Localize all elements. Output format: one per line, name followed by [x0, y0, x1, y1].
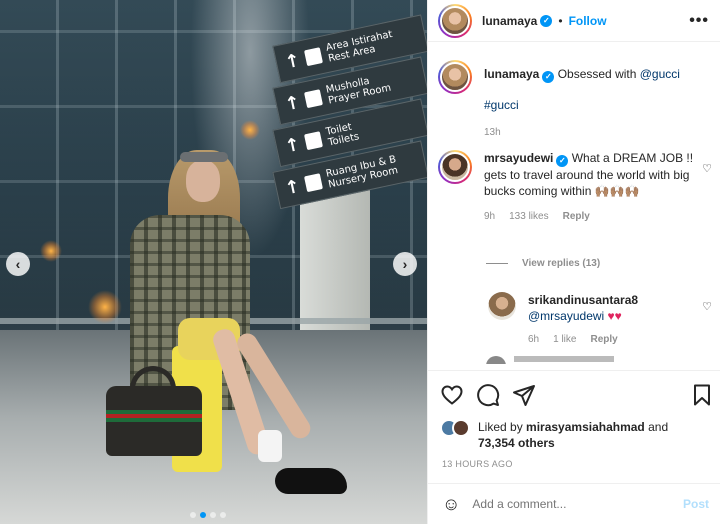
- caption-mention[interactable]: @gucci: [640, 67, 680, 81]
- post-header: lunamaya ✓ • Follow •••: [428, 0, 720, 42]
- carousel-next-button[interactable]: ›: [393, 252, 417, 276]
- caption-age: 13h: [484, 127, 501, 138]
- reply-mention[interactable]: @mrsayudewi: [528, 309, 604, 323]
- more-options-icon[interactable]: •••: [689, 12, 709, 30]
- reply-button[interactable]: Reply: [563, 209, 590, 225]
- avatar[interactable]: [438, 3, 472, 38]
- emoji-icon[interactable]: ☺: [442, 494, 460, 515]
- verified-badge-icon: ✓: [542, 71, 555, 83]
- liked-by-user[interactable]: mirasyamsiahahmad: [526, 420, 645, 434]
- post-photo[interactable]: ↑ Area Istirahat Rest Area ↑ Musholla Pray…: [0, 0, 427, 524]
- avatar[interactable]: [438, 60, 472, 94]
- comment-icon[interactable]: [476, 383, 500, 407]
- reply-button[interactable]: Reply: [590, 332, 617, 348]
- carousel-dot: [190, 512, 196, 518]
- divider-line: [486, 263, 508, 264]
- reply-likes[interactable]: 1 like: [553, 332, 576, 348]
- comment: mrsayudewi ✓ What a DREAM JOB !! gets to …: [438, 150, 708, 225]
- heart-icon[interactable]: ♡: [702, 162, 712, 175]
- orange-light: [40, 240, 62, 262]
- bag-stripe: [106, 410, 202, 422]
- orange-light: [240, 120, 260, 140]
- carousel-dot: [220, 512, 226, 518]
- avatar[interactable]: [488, 292, 516, 320]
- chevron-right-icon: ›: [402, 256, 408, 272]
- reply-comment: srikandinusantara8 @mrsayudewi ♥♥ 6h 1 l…: [488, 292, 688, 348]
- verified-badge-icon: ✓: [556, 155, 569, 167]
- verified-badge-icon: ✓: [540, 14, 553, 27]
- reply-username[interactable]: srikandinusantara8: [528, 293, 638, 307]
- post-actions: Liked by mirasyamsiahahmad and 73,354 ot…: [428, 370, 720, 518]
- post-timestamp: 13 HOURS AGO: [442, 459, 513, 469]
- avatar[interactable]: [438, 150, 472, 184]
- likes-summary: Liked by mirasyamsiahahmad and 73,354 ot…: [440, 419, 668, 451]
- caption-text: Obsessed with: [557, 67, 640, 81]
- comment-username[interactable]: mrsayudewi: [484, 151, 553, 165]
- comment-input[interactable]: [472, 497, 673, 511]
- person-face: [186, 160, 220, 202]
- black-loafer: [275, 468, 347, 494]
- hearts-emoji: ♥♥: [607, 309, 622, 323]
- white-sock: [258, 430, 282, 462]
- caption-username[interactable]: lunamaya: [484, 67, 539, 81]
- headband: [180, 152, 228, 162]
- share-icon[interactable]: [512, 383, 536, 407]
- post-comment-button[interactable]: Post: [683, 497, 709, 511]
- orange-light: [88, 290, 122, 324]
- author-username[interactable]: lunamaya: [482, 14, 537, 28]
- carousel-dots: [190, 512, 226, 518]
- view-replies-label: View replies (13): [522, 258, 601, 269]
- view-replies-button[interactable]: View replies (13): [486, 258, 600, 269]
- caption-hashtag[interactable]: #gucci: [484, 97, 680, 113]
- like-icon[interactable]: [440, 383, 464, 407]
- carousel-dot: [210, 512, 216, 518]
- comment-likes[interactable]: 133 likes: [509, 209, 548, 225]
- avatar[interactable]: [452, 419, 470, 437]
- separator-dot: •: [558, 13, 563, 28]
- liked-by-prefix: Liked by: [478, 420, 527, 434]
- carousel-dot: [200, 512, 206, 518]
- reply-age: 6h: [528, 334, 540, 345]
- carousel-prev-button[interactable]: ‹: [6, 252, 30, 276]
- caption-body: lunamaya ✓ Obsessed with @gucci #gucci 13…: [484, 60, 680, 141]
- post-caption: lunamaya ✓ Obsessed with @gucci #gucci 13…: [438, 60, 710, 141]
- follow-button[interactable]: Follow: [569, 14, 607, 28]
- bookmark-icon[interactable]: [690, 383, 714, 407]
- add-comment-bar: ☺ Post: [428, 483, 720, 524]
- next-comment-partial: [486, 356, 686, 364]
- liked-by-and: and: [644, 420, 669, 434]
- likes-count[interactable]: 73,354 others: [478, 436, 555, 450]
- post-side-panel: lunamaya ✓ • Follow ••• lunamaya ✓ Obsess…: [427, 0, 720, 524]
- chevron-left-icon: ‹: [15, 256, 21, 272]
- heart-icon[interactable]: ♡: [702, 300, 712, 313]
- comment-age: 9h: [484, 211, 496, 222]
